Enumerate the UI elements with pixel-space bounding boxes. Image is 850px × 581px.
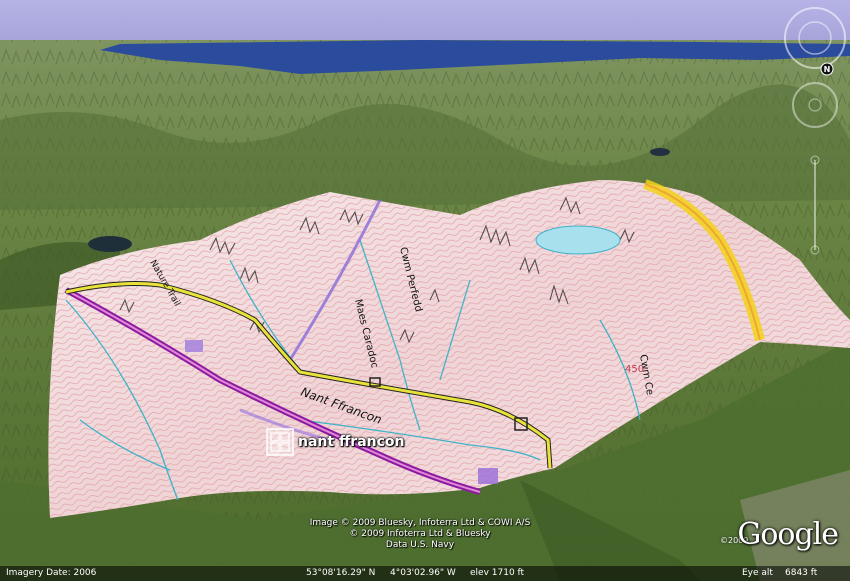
lake-left	[88, 236, 132, 252]
imagery-attribution: Image © 2009 Bluesky, Infoterra Ltd & CO…	[280, 518, 560, 551]
placemark-label[interactable]: nant ffrancon	[298, 434, 405, 450]
longitude-readout: 4°03'02.96" W	[390, 568, 456, 578]
earth-viewport[interactable]: Cwm Perfedd Maes Caradoc Cwm Ce Nant Ffr…	[0, 0, 850, 581]
elevation-readout: elev 1710 ft	[470, 568, 525, 578]
placemark-icon[interactable]	[266, 428, 294, 456]
latitude-readout: 53°08'16.29" N	[306, 568, 376, 578]
status-bar: Imagery Date: 2006 53°08'16.29" N 4°03'0…	[0, 566, 850, 581]
sky	[0, 0, 850, 46]
imagery-date: Imagery Date: 2006	[6, 568, 97, 578]
eye-alt-label: Eye alt	[742, 568, 773, 578]
north-letter: N	[824, 65, 831, 74]
placemark[interactable]: nant ffrancon	[266, 428, 405, 456]
llyn-lake	[535, 225, 621, 255]
google-logo: Google	[737, 517, 839, 552]
eye-alt-value: 6843 ft	[785, 568, 818, 578]
attribution-line-1: Image © 2009 Bluesky, Infoterra Ltd & CO…	[309, 518, 531, 528]
label-contour-450: 450	[625, 364, 644, 375]
lake-distant	[650, 148, 670, 156]
attribution-line-2: © 2009 Infoterra Ltd & Bluesky	[349, 529, 491, 539]
terrain-scene[interactable]: Cwm Perfedd Maes Caradoc Cwm Ce Nant Ffr…	[0, 0, 850, 581]
attribution-line-3: Data U.S. Navy	[385, 540, 455, 550]
